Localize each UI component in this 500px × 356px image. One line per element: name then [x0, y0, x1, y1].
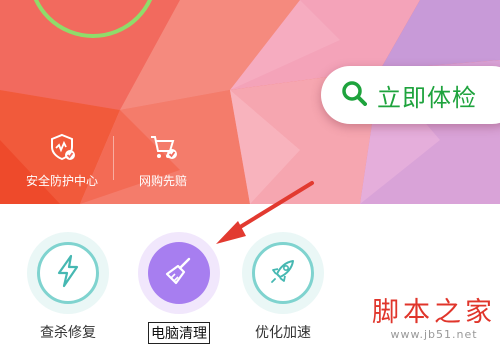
- watermark: 脚本之家 www.jb51.net: [368, 297, 500, 342]
- watermark-text: 脚本之家: [372, 297, 496, 328]
- watermark-url: www.jb51.net: [390, 328, 478, 341]
